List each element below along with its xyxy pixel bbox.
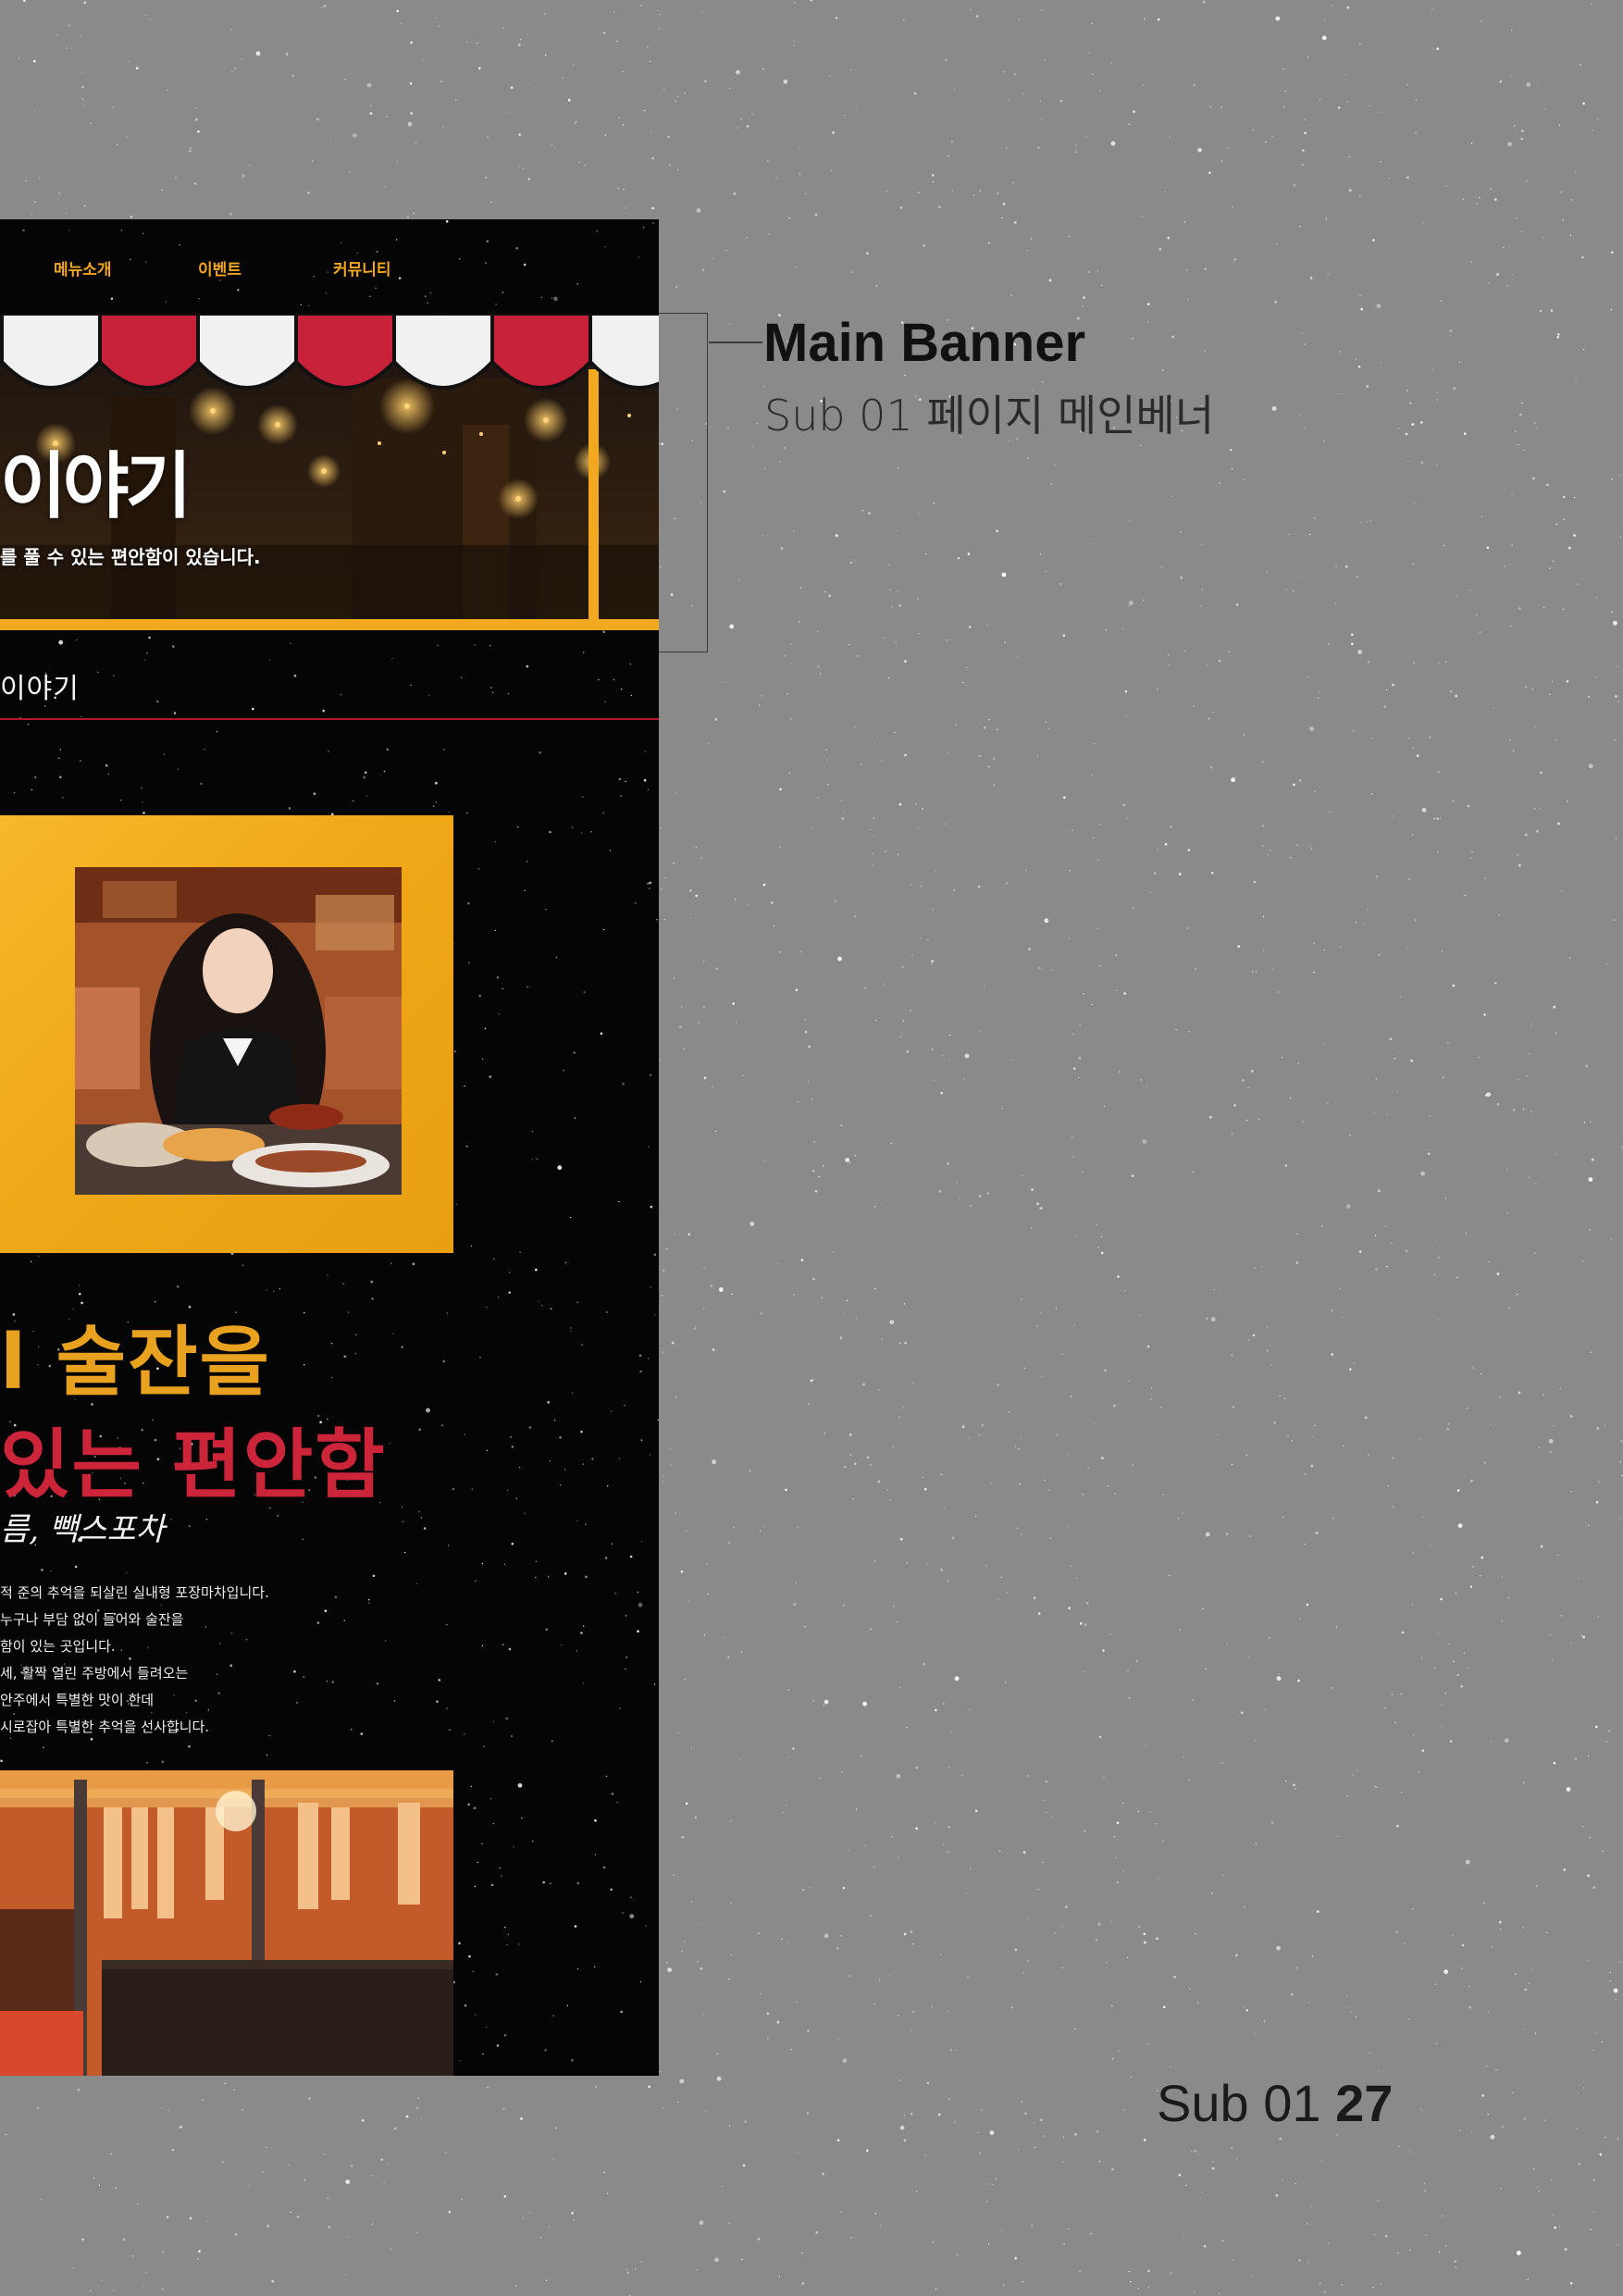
annotation-bracket xyxy=(659,313,708,652)
top-navigation: 메뉴소개 이벤트 커뮤니티 xyxy=(0,256,659,279)
annotation-subtitle: Sub 01 페이지 메인베너 xyxy=(764,391,1215,441)
main-banner: 이야기 를 풀 수 있는 편안함이 있습니다. xyxy=(0,314,659,631)
description-line: 안주에서 특별한 맛이 한데 xyxy=(0,1692,155,1708)
nav-item-event[interactable]: 이벤트 xyxy=(198,256,242,279)
footer-section-label: Sub 01 xyxy=(1157,2074,1321,2132)
website-mockup: 메뉴소개 이벤트 커뮤니티 이야기 를 풀 수 있는 편안함이 있습니다. 이야… xyxy=(0,219,659,2076)
description-line: 함이 있는 곳입니다. xyxy=(0,1638,116,1655)
nav-item-menu[interactable]: 메뉴소개 xyxy=(54,256,112,279)
story-headline-2: 있는 편안함 xyxy=(0,1421,387,1509)
description-line: 세, 활짝 열린 주방에서 들려오는 xyxy=(0,1665,189,1682)
page-number: 27 xyxy=(1335,2074,1394,2132)
description-line: 시로잡아 특별한 추억을 선사합니다. xyxy=(0,1719,210,1735)
annotation-leader-line xyxy=(709,341,762,343)
story-script-line: 름, 빽스포차 xyxy=(0,1511,166,1548)
story-headline-1: l 술잔을 xyxy=(0,1319,271,1407)
restaurant-interior-photo xyxy=(0,1770,453,2076)
section-title: 이야기 xyxy=(0,673,80,705)
description-line: 누구나 부담 없이 들어와 술잔을 xyxy=(0,1611,184,1628)
banner-subtitle: 를 풀 수 있는 편안함이 있습니다. xyxy=(0,546,261,568)
nav-item-community[interactable]: 커뮤니티 xyxy=(333,256,391,279)
story-description: 적 준의 추억을 되살린 실내형 포장마차입니다. 누구나 부담 없이 들어와 … xyxy=(0,1580,269,1741)
staff-portrait-photo xyxy=(75,867,402,1195)
page-footer: Sub 01 27 xyxy=(1157,2073,1393,2133)
banner-title: 이야기 xyxy=(0,445,192,528)
annotation-title: Main Banner xyxy=(763,313,1086,373)
section-divider xyxy=(0,718,659,720)
description-line: 적 준의 추억을 되살린 실내형 포장마차입니다. xyxy=(0,1584,269,1601)
